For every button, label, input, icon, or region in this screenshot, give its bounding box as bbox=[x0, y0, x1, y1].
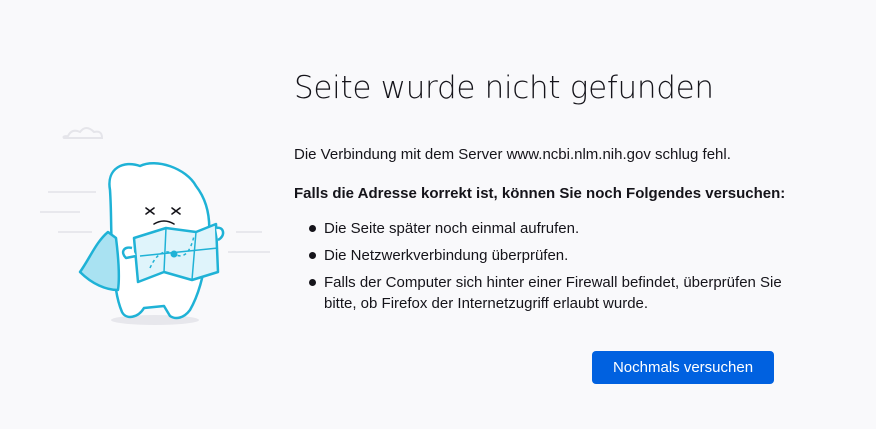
suggestion-text: Die Seite später noch einmal aufrufen. bbox=[324, 220, 580, 237]
error-content: Seite wurde nicht gefunden Die Verbindun… bbox=[294, 66, 794, 320]
list-item: Falls der Computer sich hinter einer Fir… bbox=[294, 272, 794, 314]
creature-cape bbox=[78, 230, 121, 292]
cloud-shape bbox=[62, 127, 104, 139]
list-item: Die Netzwerkverbindung überprüfen. bbox=[294, 245, 794, 266]
suggestions-list: Die Seite später noch einmal aufrufen. D… bbox=[294, 218, 794, 314]
suggestions-heading: Falls die Adresse korrekt ist, können Si… bbox=[294, 185, 786, 202]
lost-map-creature-illustration bbox=[36, 120, 270, 335]
page-title: Seite wurde nicht gefunden bbox=[294, 70, 714, 106]
retry-button[interactable]: Nochmals versuchen bbox=[592, 351, 774, 384]
list-item: Die Seite später noch einmal aufrufen. bbox=[294, 218, 794, 239]
map-pin-icon bbox=[170, 250, 178, 258]
error-description: Die Verbindung mit dem Server www.ncbi.n… bbox=[294, 146, 731, 163]
suggestion-text: Die Netzwerkverbindung überprüfen. bbox=[324, 247, 569, 264]
bullet-icon bbox=[309, 225, 316, 232]
bullet-icon bbox=[309, 279, 316, 286]
illustration-svg bbox=[36, 127, 270, 325]
error-page: Seite wurde nicht gefunden Die Verbindun… bbox=[0, 0, 876, 429]
suggestion-text: Falls der Computer sich hinter einer Fir… bbox=[324, 274, 782, 312]
bullet-icon bbox=[309, 252, 316, 259]
